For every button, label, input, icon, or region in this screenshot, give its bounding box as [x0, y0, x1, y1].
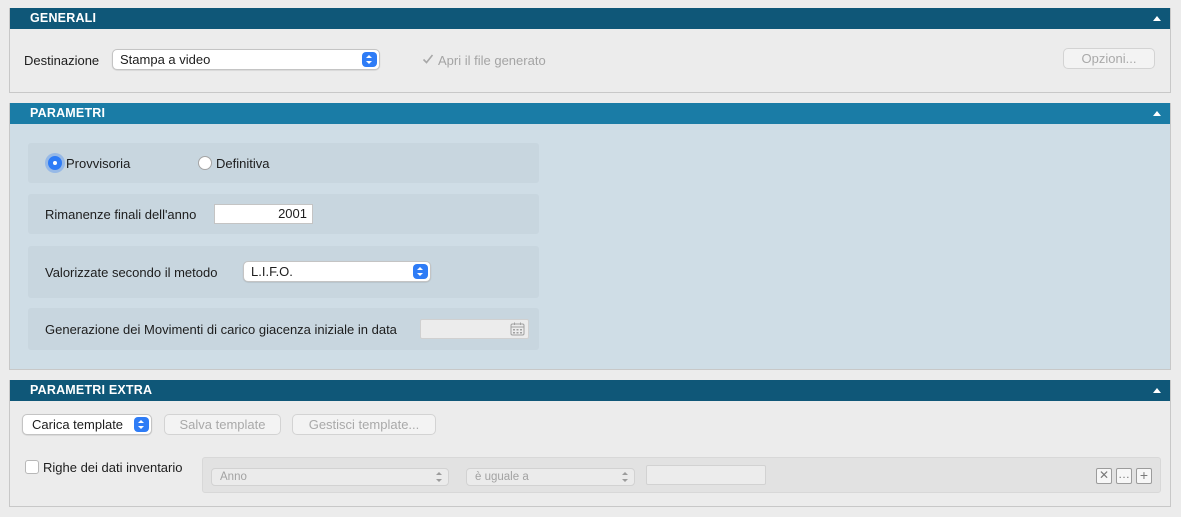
metodo-label: Valorizzate secondo il metodo — [45, 265, 218, 280]
chevron-updown-icon — [621, 472, 629, 482]
generali-title: GENERALI — [30, 11, 97, 25]
operator-value: è uguale a — [475, 471, 529, 483]
destinazione-select[interactable]: Stampa a video — [112, 49, 380, 70]
filter-value-input[interactable] — [646, 465, 766, 485]
destinazione-value: Stampa a video — [120, 52, 211, 67]
operator-select[interactable]: è uguale a — [466, 468, 635, 486]
radio-definitiva[interactable] — [198, 156, 212, 170]
apri-file-checkbox[interactable] — [421, 52, 435, 66]
opzioni-button[interactable]: Opzioni... — [1063, 48, 1155, 69]
metodo-select[interactable]: L.I.F.O. — [243, 261, 431, 282]
salva-template-button[interactable]: Salva template — [164, 414, 281, 435]
gestisci-template-button[interactable]: Gestisci template... — [292, 414, 436, 435]
parametri-panel: PARAMETRI Provvisoria Definitiva Rimanen… — [9, 103, 1171, 370]
more-options-icon[interactable]: … — [1116, 468, 1132, 484]
metodo-value: L.I.F.O. — [251, 264, 293, 279]
parametri-header[interactable]: PARAMETRI — [10, 103, 1170, 124]
radio-provvisoria-label: Provvisoria — [66, 156, 131, 171]
parametri-extra-header[interactable]: PARAMETRI EXTRA — [10, 380, 1170, 401]
rimanenze-value: 2001 — [278, 206, 307, 221]
righe-label: Righe dei dati inventario — [43, 460, 183, 475]
generali-header[interactable]: GENERALI — [10, 8, 1170, 29]
rimanenze-group: Rimanenze finali dell'anno 2001 — [28, 194, 539, 234]
collapse-icon[interactable] — [1153, 16, 1161, 21]
generali-panel: GENERALI Destinazione Stampa a video Apr… — [9, 8, 1171, 93]
parametri-extra-panel: PARAMETRI EXTRA Carica template Salva te… — [9, 380, 1171, 507]
chevron-updown-icon — [413, 264, 428, 279]
apri-file-label: Apri il file generato — [438, 53, 546, 68]
destinazione-label: Destinazione — [24, 53, 100, 68]
field-select[interactable]: Anno — [211, 468, 449, 486]
field-value: Anno — [220, 471, 247, 483]
collapse-icon[interactable] — [1153, 111, 1161, 116]
rimanenze-label: Rimanenze finali dell'anno — [45, 207, 197, 222]
tipo-stampa-group: Provvisoria Definitiva — [28, 143, 539, 183]
metodo-group: Valorizzate secondo il metodo L.I.F.O. — [28, 246, 539, 298]
parametri-extra-title: PARAMETRI EXTRA — [30, 383, 153, 397]
collapse-icon[interactable] — [1153, 388, 1161, 393]
chevron-updown-icon — [362, 52, 377, 67]
chevron-down-icon — [134, 417, 149, 432]
calendar-icon[interactable] — [510, 322, 525, 336]
parametri-title: PARAMETRI — [30, 106, 106, 120]
filter-row: Anno è uguale a ✕ … + — [202, 457, 1161, 493]
carica-template-select[interactable]: Carica template — [22, 414, 152, 435]
remove-filter-icon[interactable]: ✕ — [1096, 468, 1112, 484]
rimanenze-input[interactable]: 2001 — [214, 204, 313, 224]
generazione-date-input[interactable] — [420, 319, 529, 339]
chevron-updown-icon — [435, 472, 443, 482]
carica-template-label: Carica template — [32, 417, 124, 432]
righe-checkbox[interactable] — [25, 460, 39, 474]
generazione-label: Generazione dei Movimenti di carico giac… — [45, 322, 397, 337]
radio-definitiva-label: Definitiva — [216, 156, 270, 171]
generazione-group: Generazione dei Movimenti di carico giac… — [28, 308, 539, 350]
add-filter-icon[interactable]: + — [1136, 468, 1152, 484]
radio-provvisoria[interactable] — [48, 156, 62, 170]
checkmark-icon — [422, 54, 434, 64]
